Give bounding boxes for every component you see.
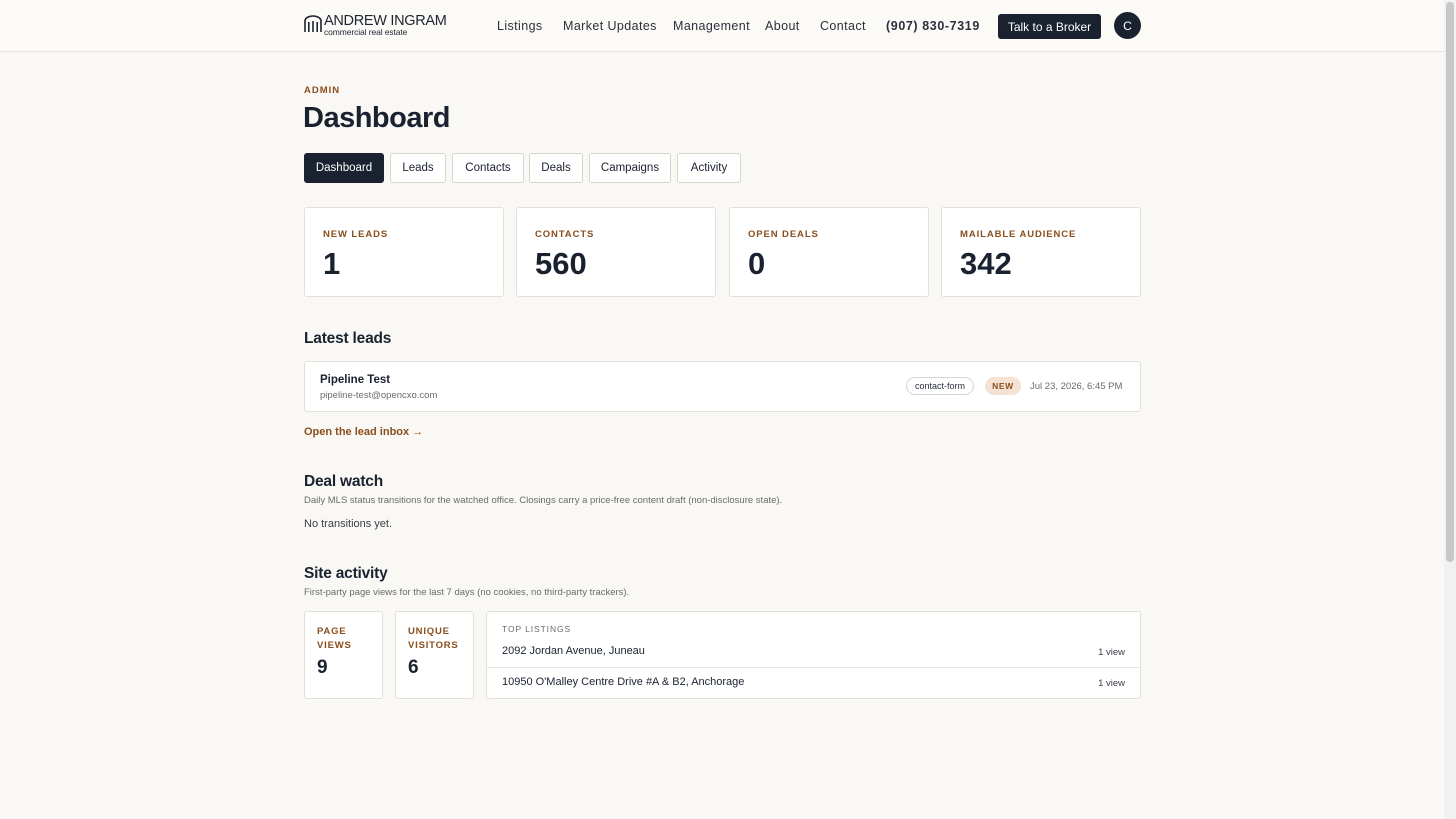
stat-label: NEW LEADS <box>323 229 389 240</box>
nav-about[interactable]: About <box>765 19 800 33</box>
deal-watch-empty-state: No transitions yet. <box>304 518 393 530</box>
phone-link[interactable]: (907) 830-7319 <box>886 19 980 33</box>
scrollbar-thumb[interactable] <box>1446 2 1454 562</box>
listing-address: 2092 Jordan Avenue, Juneau <box>502 645 645 657</box>
open-lead-inbox-link[interactable]: Open the lead inbox → <box>304 426 423 438</box>
metric-label: UNIQUE VISITORS <box>408 626 459 651</box>
metric-value: 9 <box>317 657 328 678</box>
tab-dashboard[interactable]: Dashboard <box>304 153 384 183</box>
tab-contacts[interactable]: Contacts <box>452 153 524 183</box>
top-listing-row[interactable]: 2092 Jordan Avenue, Juneau 1 view <box>487 636 1140 668</box>
page-scrollbar[interactable] <box>1444 0 1456 819</box>
listing-view-count: 1 view <box>1098 678 1125 689</box>
lead-source-tag: contact-form <box>906 377 975 395</box>
listing-address: 10950 O'Malley Centre Drive #A & B2, Anc… <box>502 676 745 688</box>
lead-timestamp: Jul 23, 2026, 6:45 PM <box>1030 381 1123 392</box>
site-activity-heading: Site activity <box>304 565 388 582</box>
stat-label: CONTACTS <box>535 229 595 240</box>
stat-value: 342 <box>960 246 1012 281</box>
top-navigation-bar: ANDREW INGRAM commercial real estate Lis… <box>0 0 1444 52</box>
lead-name: Pipeline Test <box>320 374 391 386</box>
tab-activity[interactable]: Activity <box>677 153 741 183</box>
page-eyebrow: ADMIN <box>304 85 341 96</box>
tab-deals[interactable]: Deals <box>529 153 583 183</box>
talk-to-broker-button[interactable]: Talk to a Broker <box>998 14 1101 39</box>
stat-card-open-deals: OPEN DEALS 0 <box>729 207 929 297</box>
tab-campaigns[interactable]: Campaigns <box>589 153 671 183</box>
unique-visitors-card: UNIQUE VISITORS 6 <box>395 611 474 699</box>
deal-watch-subtitle: Daily MLS status transitions for the wat… <box>304 495 783 506</box>
metric-label: PAGE VIEWS <box>317 626 352 651</box>
stat-value: 0 <box>748 246 766 281</box>
nav-management[interactable]: Management <box>673 19 750 33</box>
top-listings-header: TOP LISTINGS <box>502 624 572 634</box>
latest-leads-heading: Latest leads <box>304 330 392 347</box>
stat-value: 1 <box>323 246 341 281</box>
nav-listings[interactable]: Listings <box>497 19 543 33</box>
nav-contact[interactable]: Contact <box>820 19 866 33</box>
lead-list-item[interactable]: Pipeline Test pipeline-test@opencxo.com … <box>304 361 1141 412</box>
lead-email: pipeline-test@opencxo.com <box>320 390 438 401</box>
deal-watch-heading: Deal watch <box>304 473 383 490</box>
nav-market-updates[interactable]: Market Updates <box>563 19 657 33</box>
columns-logo-icon <box>304 15 322 32</box>
stat-label: MAILABLE AUDIENCE <box>960 229 1077 240</box>
page-title: Dashboard <box>303 102 450 134</box>
site-activity-subtitle: First-party page views for the last 7 da… <box>304 587 630 598</box>
top-listings-panel: TOP LISTINGS 2092 Jordan Avenue, Juneau … <box>486 611 1141 699</box>
stat-card-mailable-audience: MAILABLE AUDIENCE 342 <box>941 207 1141 297</box>
stat-card-new-leads: NEW LEADS 1 <box>304 207 504 297</box>
stat-card-contacts: CONTACTS 560 <box>516 207 716 297</box>
page-views-card: PAGE VIEWS 9 <box>304 611 383 699</box>
top-listing-row[interactable]: 10950 O'Malley Centre Drive #A & B2, Anc… <box>487 667 1140 698</box>
stat-label: OPEN DEALS <box>748 229 819 240</box>
lead-status-badge: NEW <box>985 377 1021 395</box>
metric-value: 6 <box>408 657 419 678</box>
site-logo[interactable]: ANDREW INGRAM commercial real estate <box>304 14 447 36</box>
stat-value: 560 <box>535 246 587 281</box>
user-avatar[interactable]: C <box>1114 12 1141 39</box>
listing-view-count: 1 view <box>1098 647 1125 658</box>
tab-leads[interactable]: Leads <box>390 153 446 183</box>
